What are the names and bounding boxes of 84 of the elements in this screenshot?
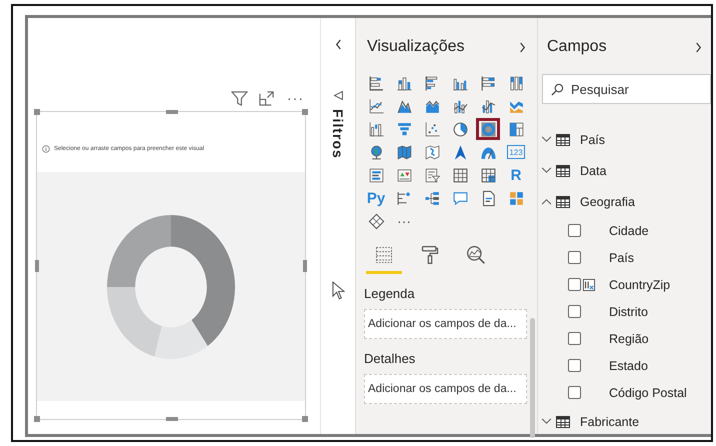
table-icon [452, 166, 468, 184]
speech-bubble-icon [452, 190, 468, 206]
expand-chevron-icon[interactable] [694, 40, 703, 54]
expand-toggle-icon[interactable] [541, 167, 552, 174]
shape-map-icon [424, 144, 440, 160]
matrix-icon [480, 166, 496, 184]
table-icon [556, 416, 570, 428]
search-icon [551, 83, 564, 96]
table-name[interactable]: País [580, 132, 606, 146]
table-icon [556, 134, 570, 146]
table-name[interactable]: Data [580, 164, 606, 178]
scatter-chart-icon [424, 120, 440, 138]
field-name[interactable]: Cidade [609, 224, 649, 238]
filter-icon[interactable] [231, 90, 248, 106]
treemap-icon [508, 120, 524, 138]
field-name[interactable]: CountryZip [609, 278, 670, 292]
cursor-icon [332, 280, 344, 300]
field-name[interactable]: Distrito [609, 304, 648, 318]
decomposition-tree-icon [424, 190, 440, 206]
paint-roller-icon [420, 245, 440, 265]
checkbox[interactable] [568, 278, 581, 291]
well-label: Legenda [364, 286, 416, 301]
app-tiles-icon [508, 190, 524, 206]
visual-type-button[interactable]: ··· [392, 210, 416, 232]
pane-title: Visualizações [367, 38, 465, 56]
drop-field[interactable]: Adicionar os campos de da... [364, 374, 527, 404]
table-name[interactable]: Fabricante [580, 414, 640, 428]
resize-handle[interactable] [302, 109, 308, 115]
percent-column-chart-icon [508, 74, 524, 92]
calculated-field-icon [583, 278, 595, 290]
resize-handle[interactable] [166, 417, 178, 421]
checkbox[interactable] [568, 305, 581, 318]
drop-field[interactable]: Adicionar os campos de da... [364, 309, 527, 339]
filled-map-icon [396, 144, 412, 160]
visual-type-button[interactable] [476, 118, 500, 140]
key-influencers-icon [396, 190, 412, 206]
checkbox[interactable] [568, 332, 581, 345]
resize-handle[interactable] [303, 260, 307, 272]
expand-toggle-icon[interactable] [541, 418, 552, 425]
resize-handle[interactable] [302, 416, 308, 422]
table-icon [556, 196, 570, 208]
field-name[interactable]: País [609, 250, 634, 264]
checkbox[interactable] [568, 359, 581, 372]
pane-title: Campos [547, 38, 607, 56]
checkbox[interactable] [568, 386, 581, 399]
table-icon [556, 164, 570, 176]
area-chart-icon [396, 98, 412, 114]
line-chart-icon [368, 98, 384, 114]
expand-chevron-icon[interactable] [518, 40, 527, 54]
donut-chart-icon [480, 120, 496, 138]
multi-row-card-icon [368, 166, 384, 184]
kpi-icon [396, 166, 412, 184]
field-name[interactable]: Estado [609, 358, 648, 372]
resize-handle[interactable] [35, 260, 39, 272]
waterfall-chart-icon [368, 120, 384, 138]
stacked-bar-chart-icon [368, 74, 384, 92]
pie-chart-icon [452, 120, 468, 138]
slicer-icon [424, 166, 440, 184]
table-name[interactable]: Geografia [580, 194, 635, 208]
filters-pane-title[interactable]: Filtros [330, 109, 346, 159]
percent-bar-chart-icon [480, 74, 496, 92]
resize-handle[interactable] [166, 110, 178, 114]
analytics-magnifier-icon [466, 245, 486, 265]
filter-icon [332, 90, 344, 101]
checkbox[interactable] [568, 251, 581, 264]
collapse-chevron-icon[interactable] [334, 38, 342, 51]
fields-icon [374, 245, 394, 265]
funnel-chart-icon [396, 120, 412, 138]
scrollbar[interactable] [530, 318, 535, 438]
line-and-clustered-column-icon [480, 98, 496, 114]
field-name[interactable]: Região [609, 332, 649, 346]
stacked-column-chart-icon [396, 74, 412, 92]
well-label: Detalhes [364, 351, 416, 366]
field-name[interactable]: Código Postal [609, 386, 687, 400]
checkbox[interactable] [568, 224, 581, 237]
expand-toggle-icon[interactable] [541, 136, 552, 143]
diamond-icon [368, 212, 384, 230]
expand-toggle-icon[interactable] [541, 198, 552, 205]
resize-handle[interactable] [34, 416, 40, 422]
search-field[interactable]: Pesquisar [542, 74, 711, 104]
resize-handle[interactable] [34, 109, 40, 115]
focus-mode-icon[interactable] [258, 90, 275, 106]
more-options[interactable]: ··· [285, 90, 306, 106]
info-icon [42, 145, 50, 153]
